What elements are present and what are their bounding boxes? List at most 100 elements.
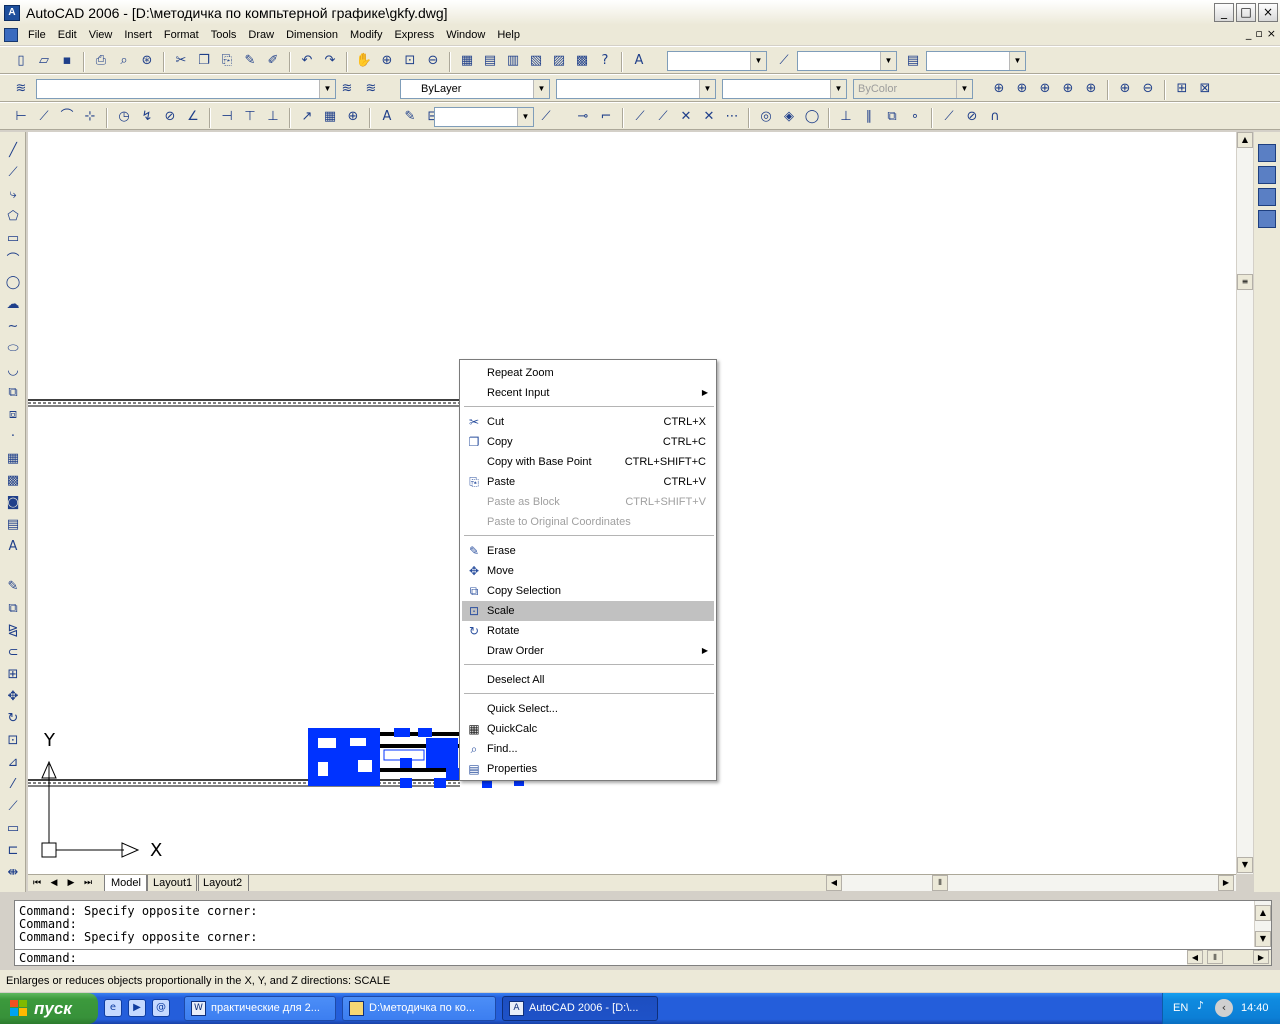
snap-nearest-icon[interactable]: ⟋ [940, 108, 958, 126]
menu-help[interactable]: Help [491, 25, 526, 45]
snap-intersection-icon[interactable]: ✕ [677, 108, 695, 126]
menu-item-copy[interactable]: ❐ Copy CTRL+C [462, 432, 714, 452]
copy-object-icon[interactable]: ⧉ [4, 600, 22, 618]
redo-icon[interactable]: ↷ [321, 52, 339, 70]
color-combo[interactable]: ByLayer ▼ [400, 79, 550, 99]
scroll-right-button[interactable]: ▶ [1253, 950, 1269, 964]
hatch-icon[interactable]: ▦ [4, 450, 22, 468]
menu-window[interactable]: Window [440, 25, 491, 45]
quickcalc-icon[interactable]: ▩ [573, 52, 591, 70]
menu-tools[interactable]: Tools [205, 25, 243, 45]
menu-insert[interactable]: Insert [118, 25, 158, 45]
publish-icon[interactable]: ⊛ [138, 52, 156, 70]
language-indicator[interactable]: EN [1173, 1002, 1188, 1014]
zoom-out-icon[interactable]: ⊖ [1139, 80, 1157, 98]
chevron-down-icon[interactable]: ▼ [750, 52, 766, 70]
region-icon[interactable]: ◙ [4, 494, 22, 512]
ordinate-dimension-icon[interactable]: ⊹ [81, 108, 99, 126]
arc-length-icon[interactable]: ⌒ [58, 108, 76, 126]
document-icon[interactable] [4, 28, 18, 42]
outlook-express-icon[interactable]: @ [152, 999, 170, 1017]
minimize-button[interactable]: _ [1214, 3, 1234, 22]
zoom-realtime-icon[interactable]: ⊕ [990, 80, 1008, 98]
dim-style-control-combo[interactable]: ▼ [434, 107, 534, 127]
scroll-left-button[interactable]: ◀ [1187, 950, 1203, 964]
open-file-icon[interactable]: ▱ [35, 52, 53, 70]
next-tab-button[interactable]: ▶ [64, 876, 78, 890]
ellipse-arc-icon[interactable]: ◡ [4, 362, 22, 380]
diameter-dimension-icon[interactable]: ⊘ [161, 108, 179, 126]
center-mark-icon[interactable]: ⊕ [344, 108, 362, 126]
command-window[interactable]: Command: Specify opposite corner: Comman… [14, 900, 1272, 966]
menu-item-properties[interactable]: ▤ Properties [462, 759, 714, 779]
chevron-down-icon[interactable]: ▼ [533, 80, 549, 98]
zoom-all-icon[interactable]: ⊞ [1173, 80, 1191, 98]
dimension-style-icon[interactable]: ⟋ [537, 108, 555, 126]
scroll-right-button[interactable]: ▶ [1218, 875, 1234, 891]
scroll-down-button[interactable]: ▼ [1237, 857, 1253, 873]
break-icon[interactable]: ▭ [4, 820, 22, 838]
grip[interactable] [394, 728, 410, 737]
menu-item-erase[interactable]: ✎ Erase [462, 541, 714, 561]
leader-icon[interactable]: ↗ [298, 108, 316, 126]
zoom-extents-icon[interactable]: ⊠ [1196, 80, 1214, 98]
spline-icon[interactable]: ∼ [4, 318, 22, 336]
horizontal-scrollbar[interactable]: ◀ ⦀ ▶ [826, 875, 1236, 891]
start-button[interactable]: пуск [0, 993, 98, 1024]
undo-icon[interactable]: ↶ [298, 52, 316, 70]
move-icon[interactable]: ✥ [4, 688, 22, 706]
aligned-dimension-icon[interactable]: ⟋ [35, 108, 53, 126]
layer-manager-icon[interactable]: ≋ [12, 80, 30, 98]
tab-layout2[interactable]: Layout2 [196, 875, 250, 891]
speaker-icon[interactable]: ♪ [1197, 999, 1204, 1012]
ellipse-icon[interactable]: ⬭ [4, 340, 22, 358]
array-icon[interactable]: ⊞ [4, 666, 22, 684]
mdi-restore-button[interactable]: ▫ [1255, 27, 1262, 40]
zoom-previous-icon[interactable]: ⊖ [424, 52, 442, 70]
new-file-icon[interactable]: ▯ [12, 52, 30, 70]
gradient-icon[interactable]: ▩ [4, 472, 22, 490]
maximize-button[interactable]: □ [1236, 3, 1256, 22]
multiline-text-icon[interactable]: A [4, 538, 22, 556]
command-hscroll[interactable]: ◀ ⦀ ▶ [1187, 950, 1271, 965]
dimension-style-icon[interactable]: ⟋ [775, 52, 793, 70]
trim-icon[interactable]: ⁄ [4, 776, 22, 794]
chevron-down-icon[interactable]: ▼ [830, 80, 846, 98]
zoom-realtime-icon[interactable]: ⊕ [378, 52, 396, 70]
paste-icon[interactable]: ⎘ [218, 52, 236, 70]
menu-item-recent-input[interactable]: Recent Input ▶ [462, 383, 714, 403]
quick-dimension-icon[interactable]: ⊣ [218, 108, 236, 126]
menu-express[interactable]: Express [388, 25, 440, 45]
grip[interactable] [400, 758, 412, 768]
cut-icon[interactable]: ✂ [172, 52, 190, 70]
make-block-icon[interactable]: ⧈ [4, 406, 22, 424]
zoom-dynamic-icon[interactable]: ⊕ [1013, 80, 1031, 98]
erase-icon[interactable]: ✎ [4, 578, 22, 596]
selected-block[interactable] [308, 728, 380, 786]
scroll-up-button[interactable]: ▲ [1255, 905, 1271, 921]
zoom-in-icon[interactable]: ⊕ [1116, 80, 1134, 98]
layer-combo[interactable]: ▼ [36, 79, 336, 99]
snap-apparent-intersection-icon[interactable]: ✕ [700, 108, 718, 126]
send-under-icon[interactable] [1258, 210, 1276, 228]
chevron-down-icon[interactable]: ▼ [880, 52, 896, 70]
scroll-up-button[interactable]: ▲ [1237, 132, 1253, 148]
menu-item-copy-selection[interactable]: ⧉ Copy Selection [462, 581, 714, 601]
chevron-down-icon[interactable]: ▼ [319, 80, 335, 98]
tab-layout1[interactable]: Layout1 [146, 875, 200, 891]
menu-item-repeat-zoom[interactable]: Repeat Zoom [462, 363, 714, 383]
hscroll-thumb[interactable]: ⦀ [1207, 950, 1223, 964]
construction-line-icon[interactable]: ⟋ [4, 164, 22, 182]
taskbar-button-autocad[interactable]: A AutoCAD 2006 - [D:\... [502, 996, 658, 1021]
snap-node-icon[interactable]: ∘ [906, 108, 924, 126]
properties-icon[interactable]: ▦ [458, 52, 476, 70]
menu-item-draw-order[interactable]: Draw Order ▶ [462, 641, 714, 661]
internet-explorer-icon[interactable]: e [104, 999, 122, 1017]
menu-item-deselect-all[interactable]: Deselect All [462, 670, 714, 690]
first-tab-button[interactable]: ⏮ [30, 876, 44, 890]
taskbar-button-word[interactable]: W практические для 2... [184, 996, 336, 1021]
title-bar[interactable]: A AutoCAD 2006 - [D:\методичка по компьт… [0, 0, 1280, 25]
menu-draw[interactable]: Draw [242, 25, 280, 45]
menu-format[interactable]: Format [158, 25, 205, 45]
dim-style-combo[interactable]: ▼ [797, 51, 897, 71]
